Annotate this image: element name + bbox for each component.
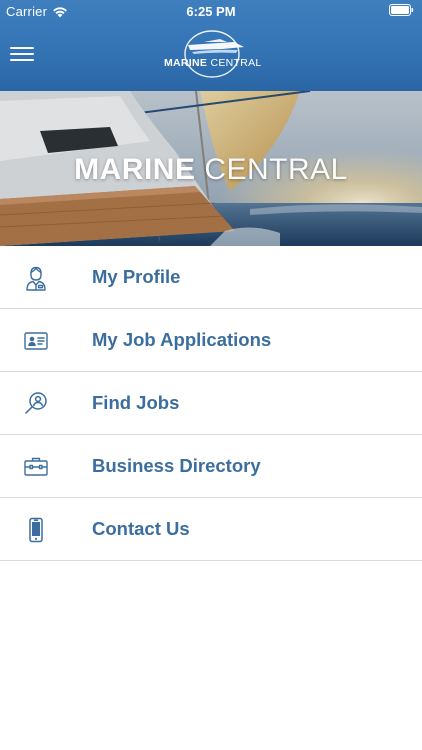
logo-word-light: CENTRAL <box>210 57 262 69</box>
menu-item-label: Contact Us <box>92 518 190 539</box>
hamburger-line <box>10 47 34 49</box>
boat-logo-icon <box>184 30 244 78</box>
id-card-icon <box>24 332 48 350</box>
menu-item-contact-us[interactable]: Contact Us <box>0 498 422 561</box>
main-menu: My Profile My Job Applications Find Jobs… <box>0 246 422 561</box>
menu-item-label: My Job Applications <box>92 329 272 350</box>
briefcase-icon <box>24 457 48 476</box>
hero-title-light: CENTRAL <box>204 153 348 186</box>
menu-item-label: Business Directory <box>92 455 261 476</box>
search-person-icon <box>25 392 47 414</box>
menu-item-my-profile[interactable]: My Profile <box>0 246 422 309</box>
profile-icon <box>26 266 46 291</box>
menu-item-my-job-applications[interactable]: My Job Applications <box>0 309 422 372</box>
menu-item-label: Find Jobs <box>92 392 180 413</box>
phone-icon <box>29 517 43 543</box>
hero-banner: MARINE CENTRAL <box>0 91 422 246</box>
logo-wordmark: MARINE CENTRAL <box>164 57 262 69</box>
menu-toggle-button[interactable] <box>10 45 34 63</box>
hero-title-bold: MARINE <box>74 153 196 186</box>
status-time: 6:25 PM <box>186 4 236 19</box>
battery-icon <box>389 4 414 19</box>
hamburger-line <box>10 59 34 61</box>
status-bar: Carrier 6:25 PM <box>0 0 422 22</box>
app-logo: MARINE CENTRAL <box>164 28 262 80</box>
menu-item-business-directory[interactable]: Business Directory <box>0 435 422 498</box>
top-bar: Carrier 6:25 PM MARINE CENTRAL <box>0 0 422 91</box>
logo-word-bold: MARINE <box>164 57 208 69</box>
hamburger-line <box>10 53 34 55</box>
hero-title: MARINE CENTRAL <box>0 153 422 187</box>
menu-item-find-jobs[interactable]: Find Jobs <box>0 372 422 435</box>
menu-item-label: My Profile <box>92 266 181 287</box>
